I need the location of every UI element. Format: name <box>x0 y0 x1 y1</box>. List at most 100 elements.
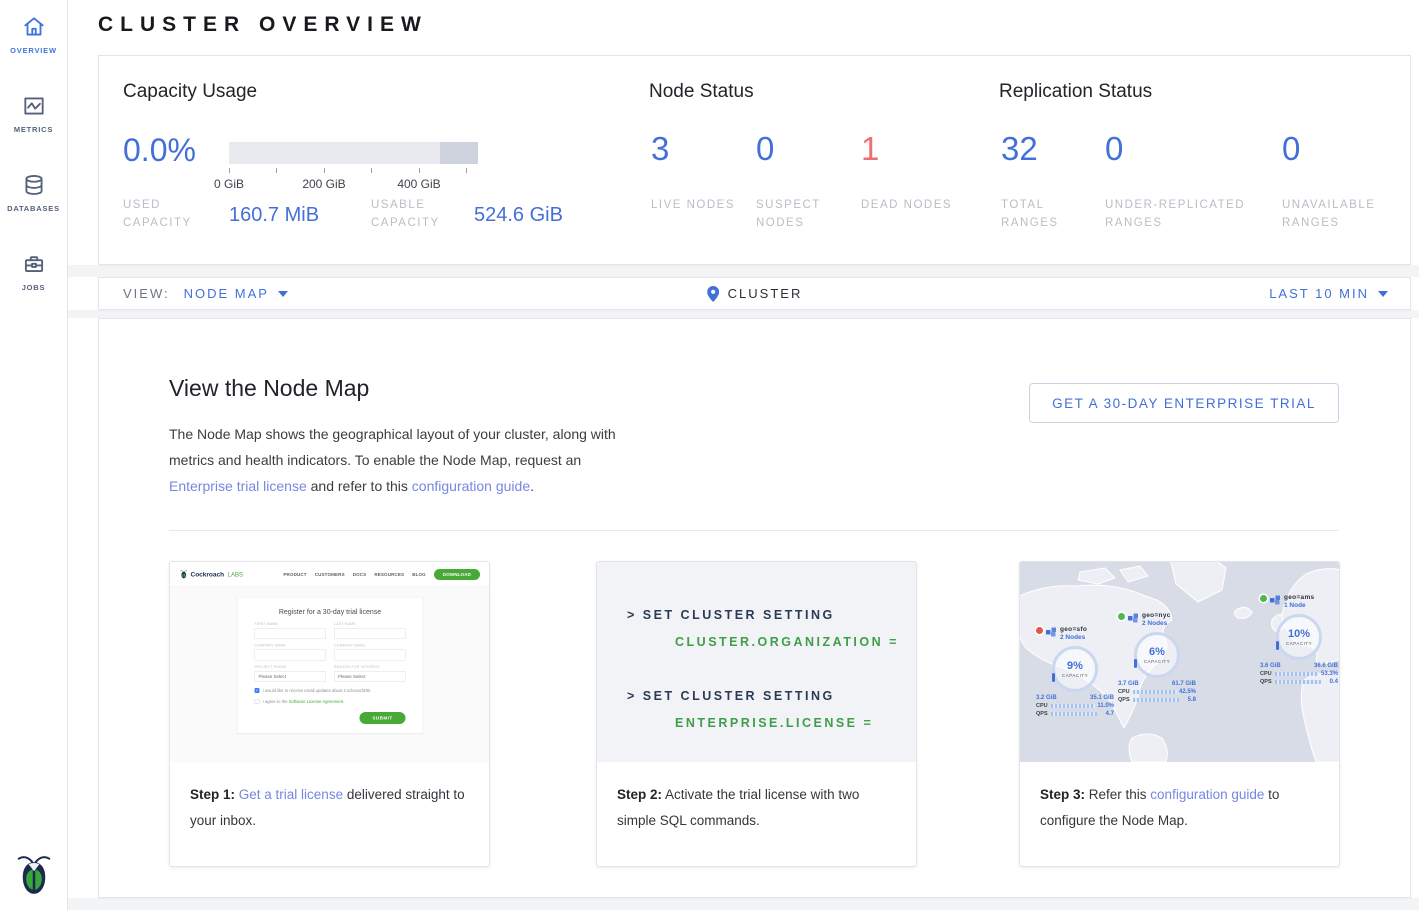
checkbox-label: I agree to the Software License Agreemen… <box>263 699 345 704</box>
total-ranges-count: 32 <box>1001 130 1038 168</box>
used-capacity: 3.2 GiB <box>1036 695 1057 701</box>
form-title: Register for a 30-day trial license <box>255 608 406 616</box>
capacity-bar <box>229 142 478 164</box>
step-card-3: geo=sfo 2 Nodes 9% CAPACITY 3.2 GiB 35.1… <box>1019 561 1340 867</box>
form-field: PROJECT PHASE Please Select <box>255 666 327 683</box>
qps-row: QPS 4.7 <box>1036 711 1114 717</box>
locality-name: geo=sfo <box>1060 626 1087 633</box>
qps-label: QPS <box>1260 679 1273 685</box>
dead-nodes-count: 1 <box>861 130 879 168</box>
trial-register-form: Register for a 30-day trial license FIRS… <box>237 597 423 734</box>
view-dropdown[interactable]: NODE MAP <box>184 286 288 301</box>
get-trial-license-link[interactable]: Get a trial license <box>239 787 343 802</box>
capacity-usage-title: Capacity Usage <box>123 81 257 103</box>
axis-tick <box>466 168 467 173</box>
step-3-caption: Step 3: Refer this configuration guide t… <box>1020 762 1339 834</box>
status-dot-green <box>1260 595 1267 602</box>
under-replicated-ranges-label: UNDER-REPLICATED RANGES <box>1105 196 1277 232</box>
cpu-sparkline <box>1051 704 1095 708</box>
status-dot-red <box>1036 627 1043 634</box>
locality-name: geo=ams <box>1284 594 1314 601</box>
panel-gap <box>68 265 1419 277</box>
enterprise-trial-license-link[interactable]: Enterprise trial license <box>169 478 307 494</box>
logo-text: Cockroach <box>191 571 225 579</box>
page-title: CLUSTER OVERVIEW <box>98 13 428 37</box>
map-pin-icon <box>707 286 719 302</box>
capacity-ring-used-arc <box>1052 673 1055 682</box>
sql-command-block: > SET CLUSTER SETTING ENTERPRISE.LICENSE… <box>627 689 916 730</box>
sidebar-item-databases[interactable]: DATABASES <box>0 172 67 213</box>
total-ranges-label: TOTAL RANGES <box>1001 196 1101 232</box>
description-line: The Node Map shows the geographical layo… <box>169 421 616 447</box>
capacity-ring-used-arc <box>1134 659 1137 668</box>
axis-tick-label: 0 GiB <box>199 177 259 191</box>
select-input: Please Select <box>255 671 327 682</box>
metrics-icon <box>21 93 47 119</box>
cpu-sparkline <box>1133 690 1177 694</box>
replication-status-title: Replication Status <box>999 81 1152 103</box>
sidebar-item-label: JOBS <box>22 283 46 292</box>
enterprise-trial-button[interactable]: GET A 30-DAY ENTERPRISE TRIAL <box>1029 383 1339 423</box>
unavailable-ranges-count: 0 <box>1282 130 1300 168</box>
time-range-dropdown[interactable]: LAST 10 MIN <box>1269 286 1388 301</box>
nav-link: RESOURCES <box>374 572 404 577</box>
caption-text: Refer this <box>1085 787 1150 802</box>
locality-header: geo=ams 1 Node <box>1260 594 1338 609</box>
cpu-value: 42.5% <box>1179 689 1196 695</box>
capacity-percent: 9% <box>1067 660 1083 672</box>
locality-names: geo=nyc 2 Nodes <box>1142 612 1171 627</box>
sidebar-item-metrics[interactable]: METRICS <box>0 93 67 134</box>
cpu-sparkline <box>1275 672 1319 676</box>
axis-tick <box>419 168 420 173</box>
qps-value: 4.7 <box>1099 711 1114 717</box>
page-footer-strip <box>68 898 1419 910</box>
view-label: VIEW: <box>123 286 170 301</box>
description-line: Enterprise trial license and refer to th… <box>169 473 616 499</box>
cpu-row: CPU 53.3% <box>1260 671 1338 677</box>
locality-header: geo=sfo 2 Nodes <box>1036 626 1114 641</box>
checkbox-checked: ✓ <box>255 688 260 693</box>
status-dot-green <box>1118 613 1125 620</box>
capacity-ring-used-arc <box>1276 641 1279 650</box>
step-card-1: Cockroach LABS PRODUCT CUSTOMERS DOCS RE… <box>169 561 490 867</box>
step-1-caption: Step 1: Get a trial license delivered st… <box>170 762 489 834</box>
sql-setting: ENTERPRISE.LICENSE = <box>675 716 916 730</box>
live-nodes-label: LIVE NODES <box>651 196 751 214</box>
nav-link: BLOG <box>412 572 426 577</box>
node-map-panel: View the Node Map The Node Map shows the… <box>98 318 1411 898</box>
step-2-caption: Step 2: Activate the trial license with … <box>597 762 916 834</box>
axis-tick-label: 400 GiB <box>389 177 449 191</box>
sidebar-item-jobs[interactable]: JOBS <box>0 251 67 292</box>
sidebar-item-overview[interactable]: OVERVIEW <box>0 14 67 55</box>
node-status-title: Node Status <box>649 81 754 103</box>
capacity-label: CAPACITY <box>1062 673 1088 678</box>
total-capacity: 36.6 GiB <box>1314 663 1338 669</box>
configuration-guide-link[interactable]: configuration guide <box>1150 787 1264 802</box>
qps-value: 5.8 <box>1181 697 1196 703</box>
locality-widget-ams: geo=ams 1 Node 10% CAPACITY 3.6 GiB 36.6… <box>1260 594 1338 685</box>
main-content: CLUSTER OVERVIEW Capacity Usage 0.0% 0 G… <box>68 0 1419 910</box>
configuration-guide-link[interactable]: configuration guide <box>412 478 530 494</box>
select-input: Please Select <box>334 671 406 682</box>
description-text: and refer to this <box>307 478 412 494</box>
suspect-nodes-label: SUSPECT NODES <box>756 196 856 232</box>
capacity-values: 3.7 GiB 61.7 GiB <box>1118 681 1196 687</box>
locality-node-count: 2 Nodes <box>1142 620 1171 627</box>
form-field: FIRST NAME <box>255 623 327 640</box>
capacity-label: CAPACITY <box>1144 659 1170 664</box>
panel-gap <box>68 310 1419 318</box>
nodes-cubes-icon <box>1128 613 1139 623</box>
cockroach-bug-icon <box>180 570 188 580</box>
nav-link: PRODUCT <box>283 572 306 577</box>
unavailable-ranges-label: UNAVAILABLE RANGES <box>1282 196 1402 232</box>
form-fields: FIRST NAME LAST NAME COMPANY NAME <box>255 623 406 683</box>
total-capacity: 35.1 GiB <box>1090 695 1114 701</box>
capacity-percent: 6% <box>1149 646 1165 658</box>
form-field: LAST NAME <box>334 623 406 640</box>
usable-capacity-value: 524.6 GiB <box>474 204 563 227</box>
sidebar-item-label: OVERVIEW <box>10 46 57 55</box>
scope-breadcrumb[interactable]: CLUSTER <box>707 286 803 302</box>
text-input <box>255 628 327 639</box>
node-map-illustration: geo=sfo 2 Nodes 9% CAPACITY 3.2 GiB 35.1… <box>1020 562 1339 762</box>
capacity-ring: 9% CAPACITY <box>1052 646 1098 692</box>
